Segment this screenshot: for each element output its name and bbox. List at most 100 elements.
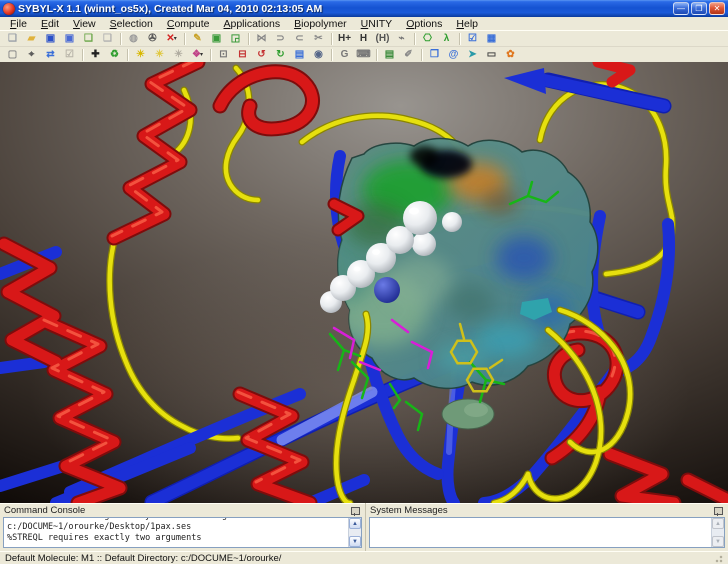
- toolbar-separator: [456, 33, 463, 45]
- capture-sphere-button[interactable]: ◍: [124, 31, 143, 47]
- extract-molecule-button[interactable]: ⊃: [271, 31, 290, 47]
- menu-options[interactable]: Options: [399, 18, 449, 30]
- capture-sphere-icon: ◍: [129, 34, 138, 44]
- toolbar-separator: [124, 49, 131, 61]
- gasteiger-label-button[interactable]: G: [335, 47, 354, 63]
- recycle-rotate-button[interactable]: ♻: [105, 47, 124, 63]
- probe-tool-button[interactable]: ⌁: [392, 31, 411, 47]
- scroll-up-icon[interactable]: ▲: [349, 518, 361, 529]
- screen-image-button[interactable]: ▤: [290, 47, 309, 63]
- display-style-icon: ▢: [8, 50, 17, 60]
- merge-molecules-icon: ⋈: [257, 34, 267, 44]
- menu-view[interactable]: View: [66, 18, 103, 30]
- fit-in-frame-button[interactable]: ◲: [226, 31, 245, 47]
- command-console-scrollbar[interactable]: ▲ ▼: [348, 518, 361, 547]
- new-file-button[interactable]: ❏: [3, 31, 22, 47]
- console-line: %STREQL requires exactly two arguments: [7, 533, 345, 544]
- restore-button[interactable]: ❐: [691, 2, 707, 15]
- fit-selection-button[interactable]: ⌖: [22, 47, 41, 63]
- system-messages-body[interactable]: ▲ ▼: [369, 517, 725, 548]
- import-file-button[interactable]: ❏: [79, 31, 98, 47]
- recycle-rotate-icon: ♻: [110, 50, 119, 60]
- apply-check-button[interactable]: ☑: [60, 47, 79, 63]
- export-file-button[interactable]: ❏: [98, 31, 117, 47]
- menu-unity[interactable]: UNITY: [354, 18, 400, 30]
- split-molecule-icon: ⊂: [295, 34, 303, 44]
- light-on-button[interactable]: ☀: [150, 47, 169, 63]
- toolbar-separator: [328, 33, 335, 45]
- console-window-button[interactable]: @: [444, 47, 463, 63]
- panel-settings-button[interactable]: ▤: [380, 47, 399, 63]
- screenshot-camera-button[interactable]: ✇: [143, 31, 162, 47]
- console-window-icon: @: [449, 50, 459, 60]
- light-off-button[interactable]: ☀: [169, 47, 188, 63]
- save-as-button[interactable]: ▣: [60, 31, 79, 47]
- save-button[interactable]: ▣: [41, 31, 60, 47]
- undo-rotate-button[interactable]: ↺: [252, 47, 271, 63]
- render-sphere-button[interactable]: ◉: [309, 47, 328, 63]
- toolbar-row-1: ❏▰▣▣❏❏◍✇✕▾✎▣◲⋈⊃⊂✂H+H(H)⌁⎔λ☑▦: [0, 30, 728, 46]
- zoom-box-button[interactable]: ⊡: [214, 47, 233, 63]
- resize-grip[interactable]: [713, 554, 723, 563]
- status-text: Default Molecule: M1 :: Default Director…: [5, 553, 281, 564]
- graphics-paint-button[interactable]: ✿: [501, 47, 520, 63]
- toolbar-separator: [245, 33, 252, 45]
- color-palette-button[interactable]: ❖▾: [188, 47, 207, 63]
- add-light-button[interactable]: ☀: [131, 47, 150, 63]
- view-in-frame-button[interactable]: ▣: [207, 31, 226, 47]
- scroll-down-icon[interactable]: ▼: [712, 536, 724, 547]
- menu-file[interactable]: File: [3, 18, 34, 30]
- pin-icon[interactable]: [351, 507, 360, 515]
- merge-molecules-button[interactable]: ⋈: [252, 31, 271, 47]
- command-console-body[interactable]: Your current viewing history has been ch…: [3, 517, 362, 548]
- minimize-button[interactable]: —: [673, 2, 689, 15]
- windows-stack-button[interactable]: ❐: [425, 47, 444, 63]
- panel-settings-icon: ▤: [385, 50, 394, 60]
- system-messages-header: System Messages: [366, 503, 728, 517]
- scroll-up-icon[interactable]: ▲: [712, 518, 724, 529]
- system-messages-scrollbar[interactable]: ▲ ▼: [711, 518, 724, 547]
- pin-icon[interactable]: [714, 507, 723, 515]
- undo-rotate-icon: ↺: [257, 50, 265, 60]
- command-console-text[interactable]: Your current viewing history has been ch…: [4, 518, 348, 547]
- menu-edit[interactable]: Edit: [34, 18, 66, 30]
- send-view-icon: ➤: [468, 50, 476, 60]
- data-table-icon: ▦: [487, 34, 496, 44]
- menu-selection[interactable]: Selection: [103, 18, 160, 30]
- open-folder-button[interactable]: ▰: [22, 31, 41, 47]
- menu-applications[interactable]: Applications: [216, 18, 287, 30]
- display-style-button[interactable]: ▢: [3, 47, 22, 63]
- break-bond-button[interactable]: ✂: [309, 31, 328, 47]
- menu-compute[interactable]: Compute: [160, 18, 217, 30]
- table-checked-button[interactable]: ☑: [463, 31, 482, 47]
- refresh-view-button[interactable]: ⇄: [41, 47, 60, 63]
- translate-tool-button[interactable]: ✚: [86, 47, 105, 63]
- scroll-down-icon[interactable]: ▼: [349, 536, 361, 547]
- split-molecule-button[interactable]: ⊂: [290, 31, 309, 47]
- mouse-settings-button[interactable]: ⌨: [354, 47, 373, 63]
- break-bond-icon: ✂: [314, 34, 322, 44]
- title-bar[interactable]: SYBYL-X 1.1 (winnt_os5x), Created Mar 04…: [0, 0, 728, 17]
- monitor-share-button[interactable]: ▭: [482, 47, 501, 63]
- lasso-select-button[interactable]: λ: [437, 31, 456, 47]
- toolbar-separator: [181, 33, 188, 45]
- menu-biopolymer[interactable]: Biopolymer: [287, 18, 354, 30]
- toolbar-separator: [418, 49, 425, 61]
- sketch-molecule-button[interactable]: ✎: [188, 31, 207, 47]
- data-table-button[interactable]: ▦: [482, 31, 501, 47]
- add-hydrogens-button[interactable]: H+: [335, 31, 354, 47]
- delete-molecule-button[interactable]: ✕▾: [162, 31, 181, 47]
- viewport-3d[interactable]: [0, 62, 728, 503]
- open-folder-icon: ▰: [28, 34, 36, 44]
- zoom-out-button[interactable]: ⊟: [233, 47, 252, 63]
- hydrogens-icon: H: [360, 34, 367, 44]
- hydrogens-button[interactable]: H: [354, 31, 373, 47]
- build-ring-button[interactable]: ⎔: [418, 31, 437, 47]
- close-button[interactable]: ✕: [709, 2, 725, 15]
- measure-tool-button[interactable]: ✐: [399, 47, 418, 63]
- translate-tool-icon: ✚: [91, 50, 99, 60]
- menu-help[interactable]: Help: [449, 18, 485, 30]
- hide-hydrogens-button[interactable]: (H): [373, 31, 392, 47]
- swap-rotate-button[interactable]: ↻: [271, 47, 290, 63]
- send-view-button[interactable]: ➤: [463, 47, 482, 63]
